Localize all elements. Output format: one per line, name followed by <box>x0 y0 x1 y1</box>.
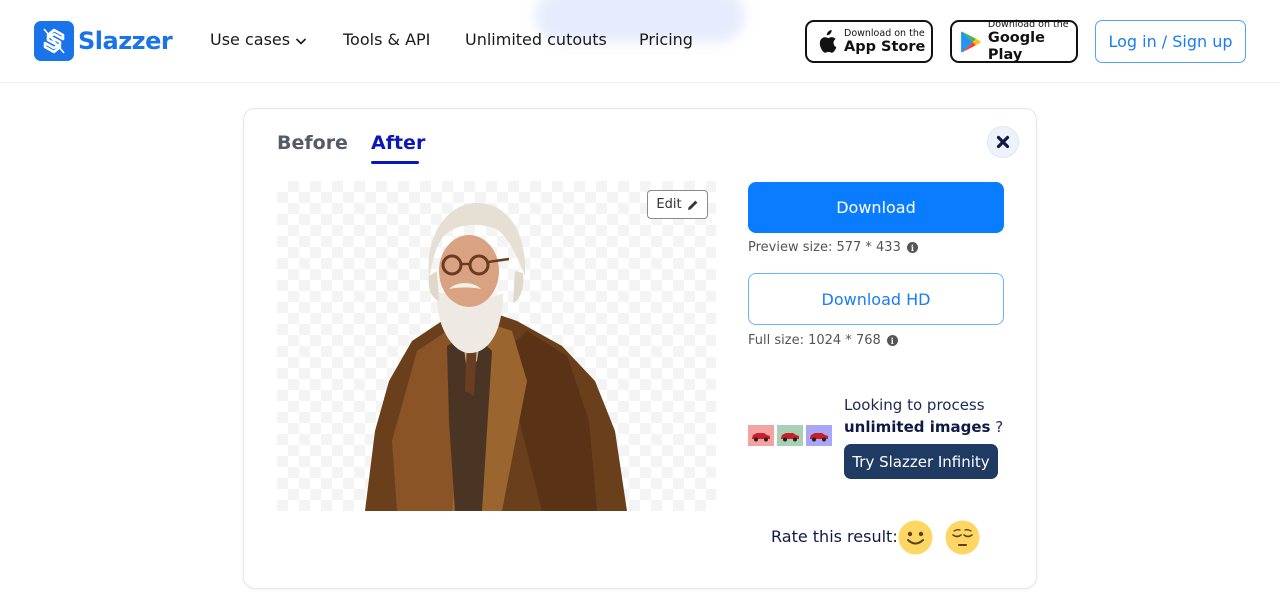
car-thumbnail <box>777 425 803 446</box>
nav-tools-api[interactable]: Tools & API <box>343 30 430 49</box>
promo-line-1: Looking to process <box>844 396 985 414</box>
nav-pricing-label: Pricing <box>639 30 693 49</box>
edit-label: Edit <box>656 197 682 212</box>
google-play-icon <box>961 30 981 53</box>
person-cutout-image <box>365 203 627 511</box>
promo-bold-text: unlimited images <box>844 418 991 436</box>
result-preview-image <box>277 181 716 511</box>
nav-use-cases[interactable]: Use cases <box>210 30 308 49</box>
download-button[interactable]: Download <box>748 182 1004 233</box>
preview-size-info: Preview size: 577 * 433 i <box>748 240 918 255</box>
result-card: Before After Edit Download Preview size:… <box>243 108 1037 589</box>
apple-icon <box>819 29 837 53</box>
car-icon <box>781 432 799 441</box>
download-hd-button[interactable]: Download HD <box>748 273 1004 325</box>
nav-unlimited-cutouts[interactable]: Unlimited cutouts <box>465 30 607 49</box>
app-store-big-text: App Store <box>844 38 926 55</box>
slazzer-logo-icon <box>34 21 74 61</box>
google-play-big-text: Google Play <box>987 30 1045 63</box>
brand-name: Slazzer <box>78 27 173 55</box>
nav-tools-api-label: Tools & API <box>343 30 431 49</box>
close-icon <box>996 135 1010 149</box>
rate-result-label: Rate this result: <box>771 527 898 546</box>
top-navbar: Slazzer Use cases Tools & API Unlimited … <box>0 0 1280 83</box>
sample-thumbnails <box>748 425 832 446</box>
login-signup-button[interactable]: Log in / Sign up <box>1095 20 1246 63</box>
pencil-icon <box>687 200 697 210</box>
google-play-button[interactable]: Download on the Google Play <box>950 19 1078 63</box>
brand-logo[interactable]: Slazzer <box>34 21 173 61</box>
close-button[interactable] <box>987 126 1019 158</box>
car-thumbnail <box>806 425 832 446</box>
tab-before[interactable]: Before <box>277 132 348 154</box>
try-slazzer-infinity-button[interactable]: Try Slazzer Infinity <box>844 444 998 479</box>
happy-face-icon[interactable] <box>898 520 933 555</box>
chevron-down-icon <box>296 38 307 45</box>
unlimited-promo-text: Looking to process unlimited images ? <box>844 394 1003 438</box>
preview-size-text: Preview size: 577 * 433 <box>748 240 901 255</box>
info-icon[interactable]: i <box>886 335 898 346</box>
info-icon[interactable]: i <box>906 242 918 253</box>
full-size-info: Full size: 1024 * 768 i <box>748 333 898 348</box>
car-icon <box>810 432 828 441</box>
active-tab-indicator <box>371 161 419 164</box>
nav-pricing[interactable]: Pricing <box>639 30 693 49</box>
car-thumbnail <box>748 425 774 446</box>
app-store-small-text: Download on the <box>844 27 925 39</box>
tab-after[interactable]: After <box>371 132 425 154</box>
edit-button[interactable]: Edit <box>647 190 708 219</box>
disappointed-face-icon[interactable] <box>945 520 980 555</box>
google-play-small-text: Download on the <box>987 19 1069 30</box>
app-store-button[interactable]: Download on the App Store <box>805 20 933 63</box>
full-size-text: Full size: 1024 * 768 <box>748 333 881 348</box>
car-icon <box>752 432 770 441</box>
promo-question-mark: ? <box>990 418 1004 436</box>
nav-use-cases-label: Use cases <box>210 30 291 49</box>
nav-unlimited-cutouts-label: Unlimited cutouts <box>465 30 607 49</box>
